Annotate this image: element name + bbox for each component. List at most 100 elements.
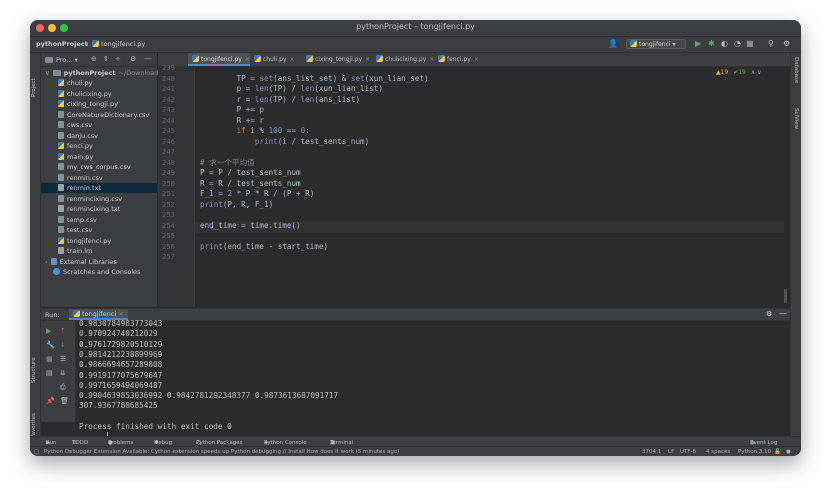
database-tool-tab[interactable]: Database [793, 57, 799, 97]
rerun-icon[interactable]: ▶ [46, 327, 51, 335]
stop-run-icon[interactable]: ■ [46, 355, 53, 363]
indent-setting[interactable]: 4 spaces [706, 449, 730, 455]
coverage-icon[interactable]: ◐ [721, 40, 728, 48]
settings-gear-icon[interactable]: ⚙ [783, 40, 790, 48]
close-tab-icon[interactable]: × [290, 56, 295, 63]
chevron-up-icon[interactable]: ∧ [751, 69, 755, 76]
project-view-selector[interactable]: Pro... ▾ [45, 56, 78, 64]
gear-icon[interactable]: ⚙ [130, 55, 136, 63]
interpreter-selector[interactable]: Python 3.10 [738, 449, 771, 455]
close-tab-icon[interactable]: × [365, 56, 370, 63]
tree-item-file[interactable]: renmincixing.csv [41, 194, 157, 204]
scroll-to-end-icon[interactable]: ⇊ [60, 369, 66, 377]
tree-item-file[interactable]: cixing_tongji.py [41, 99, 157, 109]
locate-icon[interactable]: ⊕ [91, 55, 97, 63]
profile-icon[interactable]: ◔ [734, 40, 741, 48]
tree-external-libraries[interactable]: › External Libraries [41, 257, 157, 267]
code-line[interactable]: end_time = time.time() [200, 221, 760, 232]
tree-root-pythonproject[interactable]: ∨ pythonProject ~/Download [41, 68, 158, 78]
tree-item-file[interactable]: train.lm [41, 246, 157, 256]
tree-item-file[interactable]: chuli.py [41, 78, 157, 88]
tree-item-file[interactable]: renmin.csv [41, 173, 157, 183]
project-tool-tab[interactable]: Project [31, 57, 37, 97]
code-line[interactable]: if i % 100 == 0: [200, 126, 760, 137]
tree-item-file[interactable]: danju.csv [41, 131, 157, 141]
code-line[interactable]: TP = set(ans_list_set) & set(xun_lian_se… [200, 74, 760, 85]
tree-item-file[interactable]: temp.csv [41, 215, 157, 225]
tree-item-file[interactable]: CoreNatureDictionary.csv [41, 110, 157, 120]
debug-icon[interactable]: ✱ [708, 40, 715, 48]
breadcrumb-project[interactable]: pythonProject [36, 40, 88, 48]
code-line[interactable]: F_1 = 2 * P * R / (P + R) [200, 189, 760, 200]
code-line[interactable]: P = P / test_sents_num [200, 168, 760, 179]
code-line[interactable]: p = len(TP) / len(xun_lian_list) [200, 84, 760, 95]
code-line[interactable]: print(end_time - start_time) [200, 242, 760, 253]
tree-item-file[interactable]: chulicixing.py [41, 89, 157, 99]
expand-arrow-icon[interactable]: › [45, 258, 48, 266]
code-line[interactable]: r = len(TP) / len(ans_list) [200, 95, 760, 106]
notifications-icon[interactable]: ● [786, 449, 791, 455]
editor-tab[interactable]: cixing_tongji.py × [302, 53, 370, 66]
stop-icon[interactable]: ■ [746, 40, 754, 48]
tree-item-file[interactable]: test.csv [41, 225, 157, 235]
wrench-icon[interactable]: 🔧 [46, 341, 55, 349]
hide-panel-icon[interactable]: — [144, 54, 152, 63]
collapse-all-icon[interactable]: ⇕ [103, 55, 109, 63]
run-config-label: tongjifenci [639, 41, 671, 48]
breadcrumb-file[interactable]: tongjifenci.py [92, 40, 145, 48]
editor-tab[interactable]: tongjifenci.py × [188, 53, 250, 66]
code-line[interactable]: P += p [200, 105, 760, 116]
pin-icon[interactable]: 📌 [46, 397, 55, 405]
tree-item-file[interactable]: my_cws_corpus.csv [41, 162, 157, 172]
code-line[interactable] [200, 231, 760, 242]
tree-item-file[interactable]: tongjifenci.py [41, 236, 157, 246]
run-config-selector[interactable]: tongjifenci ▾ [626, 39, 686, 49]
code-line[interactable]: R = R / test_sents_num [200, 179, 760, 190]
status-square-icon[interactable]: ▢ [34, 449, 39, 455]
editor-tab[interactable]: fenci.py × [434, 53, 479, 66]
editor-tab[interactable]: chulicixing.py × [372, 53, 434, 66]
code-line[interactable]: # 求一个平均值 [200, 158, 760, 169]
run-icon[interactable]: ▶ [695, 40, 701, 48]
print-icon[interactable]: ⎙ [60, 383, 66, 391]
code-line[interactable] [200, 210, 760, 221]
soft-wrap-icon[interactable]: ☰ [60, 355, 66, 363]
tree-item-file[interactable]: fenci.py [41, 141, 157, 151]
favorites-tool-tab[interactable]: Favorites [31, 398, 37, 438]
close-tab-icon[interactable]: × [118, 310, 123, 318]
hide-run-panel-icon[interactable]: — [779, 309, 787, 318]
code-line[interactable]: print(i / test_sents_num) [200, 137, 760, 148]
run-settings-gear-icon[interactable]: ⚙ [766, 310, 772, 318]
search-icon[interactable]: ⚲ [768, 40, 774, 48]
file-encoding[interactable]: UTF-8 [680, 449, 696, 455]
scroll-down-icon[interactable]: ↓ [60, 341, 66, 349]
tree-item-file[interactable]: cws.csv [41, 120, 157, 130]
code-line[interactable] [200, 252, 760, 263]
expand-arrow-icon[interactable]: ∨ [45, 69, 50, 77]
inspection-widget[interactable]: ▲19 ✔19 ∧ ∨ [716, 69, 762, 76]
code-line[interactable] [200, 147, 760, 158]
user-icon[interactable]: 👤 [608, 40, 618, 48]
chevron-down-icon[interactable]: ∨ [757, 69, 761, 76]
structure-tool-tab[interactable]: Structure [31, 343, 37, 383]
code-line[interactable]: print(P, R, F_1) [200, 200, 760, 211]
close-tab-icon[interactable]: × [474, 56, 479, 63]
editor-tab[interactable]: chuli.py × [250, 53, 295, 66]
tree-scratches-consoles[interactable]: Scratches and Consoles [41, 267, 157, 277]
caret-position[interactable]: 3704:1 [642, 449, 661, 455]
code-line[interactable]: R += r [200, 116, 760, 127]
lock-icon[interactable]: 🔓 [774, 449, 781, 455]
tree-item-label: renmincixing.csv [67, 194, 123, 203]
expand-icon[interactable]: ÷ [115, 55, 121, 63]
tree-item-file[interactable]: renmincixing.txt [41, 204, 157, 214]
editor-scrollbar[interactable] [784, 289, 787, 303]
layout-icon[interactable]: ▤ [46, 369, 53, 377]
scroll-up-icon[interactable]: ↑ [60, 327, 66, 335]
trash-icon[interactable]: 🗑 [60, 397, 69, 405]
tree-item-file[interactable]: renmin.txt [41, 183, 157, 193]
line-ending[interactable]: LF [668, 449, 674, 455]
tree-item-file[interactable]: main.py [41, 152, 157, 162]
status-message[interactable]: Python Debugger Extension Available: Cyt… [44, 449, 399, 455]
sciview-tool-tab[interactable]: SciView [793, 108, 799, 148]
